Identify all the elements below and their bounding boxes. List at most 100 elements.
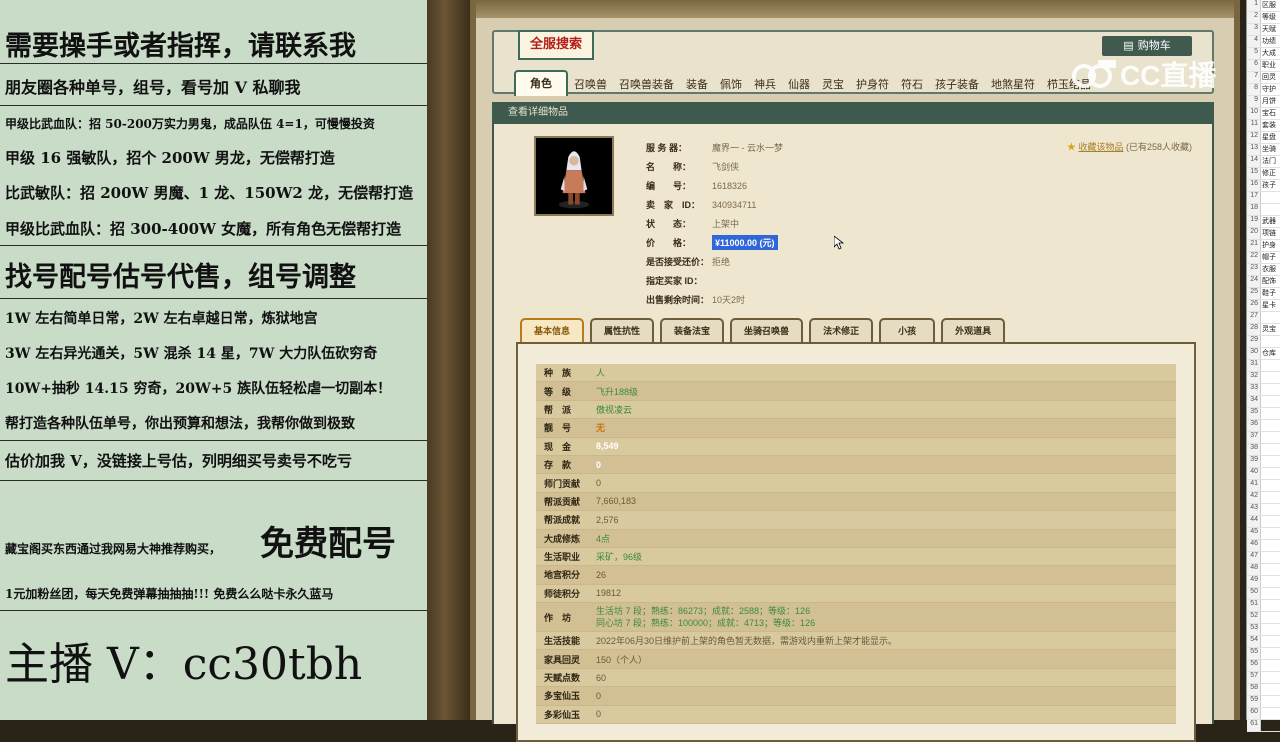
sheet-cell[interactable]: 帽子 — [1261, 252, 1276, 263]
sheet-cell[interactable] — [1261, 540, 1262, 551]
sheet-cell[interactable] — [1261, 528, 1262, 539]
subtab[interactable]: 属性抗性 — [590, 318, 655, 342]
sheet-cell[interactable]: 等级 — [1261, 12, 1276, 23]
sheet-cell[interactable]: 法门 — [1261, 156, 1276, 167]
sheet-cell[interactable] — [1261, 720, 1262, 731]
sheet-cell[interactable] — [1261, 516, 1262, 527]
sheet-cell[interactable] — [1261, 312, 1262, 323]
global-search-logo[interactable]: 全服搜索 — [518, 30, 594, 60]
tab-category[interactable]: 召唤兽装备 — [613, 74, 680, 96]
sheet-cell[interactable]: 鞋子 — [1261, 288, 1276, 299]
sheet-cell[interactable]: 项链 — [1261, 228, 1276, 239]
sheet-cell[interactable] — [1261, 336, 1262, 347]
tab-category[interactable]: 召唤兽 — [568, 74, 613, 96]
sheet-cell[interactable]: 修正 — [1261, 168, 1276, 179]
sheet-cell[interactable] — [1261, 408, 1262, 419]
sheet-cell[interactable] — [1261, 204, 1262, 215]
sheet-cell[interactable] — [1261, 624, 1262, 635]
sheet-cell[interactable] — [1261, 420, 1262, 431]
sheet-cell[interactable]: 套装 — [1261, 120, 1276, 131]
sheet-cell[interactable] — [1261, 708, 1262, 719]
sheet-cell[interactable]: 宝石 — [1261, 108, 1276, 119]
sheet-cell[interactable]: 护身 — [1261, 240, 1276, 251]
sheet-cell[interactable] — [1261, 372, 1262, 383]
sheet-cell[interactable] — [1261, 564, 1262, 575]
sheet-cell[interactable] — [1261, 468, 1262, 479]
sheet-cell[interactable]: 大成 — [1261, 48, 1276, 59]
table-row: 帮派贡献 7,660,183 — [536, 492, 1176, 512]
divider — [0, 440, 427, 441]
sheet-cell[interactable] — [1261, 192, 1262, 203]
sheet-cell[interactable] — [1261, 384, 1262, 395]
subtab[interactable]: 小孩 — [879, 318, 936, 342]
tab-category[interactable]: 灵宝 — [816, 74, 850, 96]
sheet-cell[interactable]: 区服 — [1261, 0, 1276, 11]
cart-button[interactable]: ▤ 购物车 — [1102, 36, 1192, 56]
sheet-cell[interactable] — [1261, 504, 1262, 515]
sheet-row: 29 — [1247, 336, 1280, 348]
tab-category[interactable]: 装备 — [680, 74, 714, 96]
row-number: 54 — [1247, 636, 1261, 647]
subtab[interactable]: 基本信息 — [520, 318, 585, 342]
tab-category[interactable]: 孩子装备 — [929, 74, 985, 96]
sheet-row: 34 — [1247, 396, 1280, 408]
sheet-cell[interactable] — [1261, 396, 1262, 407]
table-row: 帮派成就 2,576 — [536, 511, 1176, 530]
row-number: 11 — [1247, 120, 1261, 131]
sheet-cell[interactable]: 配饰 — [1261, 276, 1276, 287]
tab-category[interactable]: 佩饰 — [714, 74, 748, 96]
sheet-cell[interactable]: 守护 — [1261, 84, 1276, 95]
sheet-cell[interactable] — [1261, 480, 1262, 491]
tab-category[interactable]: 护身符 — [850, 74, 895, 96]
sheet-cell[interactable]: 星盘 — [1261, 132, 1276, 143]
favorite-link[interactable]: 收藏该物品 — [1078, 142, 1123, 152]
sheet-cell[interactable] — [1261, 636, 1262, 647]
sheet-cell[interactable]: 孩子 — [1261, 180, 1276, 191]
sheet-row: 2 等级 — [1247, 12, 1280, 24]
sheet-cell[interactable]: 功绩 — [1261, 36, 1276, 47]
sheet-cell[interactable] — [1261, 444, 1262, 455]
sheet-cell[interactable]: 天赋 — [1261, 24, 1276, 35]
tab-category[interactable]: 地煞星符 — [985, 74, 1041, 96]
cc-logo-icon — [1072, 60, 1116, 88]
row-number: 4 — [1247, 36, 1261, 47]
basic-info-panel: 种 族人等 级飞升188级帮 派傲视凌云靓 号无现 金 8,549 存 款 0 师门贡献… — [516, 342, 1196, 742]
subtab[interactable]: 法术修正 — [809, 318, 874, 342]
sheet-cell[interactable] — [1261, 576, 1262, 587]
sheet-cell[interactable] — [1261, 432, 1262, 443]
sheet-cell[interactable]: 武器 — [1261, 216, 1276, 227]
sheet-cell[interactable] — [1261, 456, 1262, 467]
sheet-cell[interactable] — [1261, 492, 1262, 503]
subtab[interactable]: 装备法宝 — [660, 318, 725, 342]
subtab[interactable]: 坐骑召唤兽 — [730, 318, 804, 342]
sheet-cell[interactable] — [1261, 600, 1262, 611]
sheet-cell[interactable] — [1261, 612, 1262, 623]
divider — [0, 480, 427, 481]
window-top-bar — [476, 0, 1234, 18]
sheet-cell[interactable]: 职业 — [1261, 60, 1276, 71]
sheet-cell[interactable] — [1261, 552, 1262, 563]
sheet-cell[interactable]: 回灵 — [1261, 72, 1276, 83]
sheet-cell[interactable]: 仓库 — [1261, 348, 1276, 359]
item-info-list: 服 务 器： 魔界一 - 云水一梦名 称： 飞剑侠编 号： 1618326 卖 家 ID… — [646, 138, 783, 309]
sheet-cell[interactable]: 星卡 — [1261, 300, 1276, 311]
tab-category[interactable]: 神兵 — [748, 74, 782, 96]
sheet-cell[interactable] — [1261, 660, 1262, 671]
sheet-cell[interactable] — [1261, 696, 1262, 707]
tab-category[interactable]: 角色 — [514, 70, 568, 96]
sheet-cell[interactable] — [1261, 648, 1262, 659]
sheet-cell[interactable]: 衣服 — [1261, 264, 1276, 275]
sheet-cell[interactable] — [1261, 684, 1262, 695]
sheet-cell[interactable]: 灵宝 — [1261, 324, 1276, 335]
tab-category[interactable]: 仙器 — [782, 74, 816, 96]
subtab[interactable]: 外观道具 — [941, 318, 1006, 342]
sheet-cell[interactable] — [1261, 588, 1262, 599]
sheet-cell[interactable]: 月饼 — [1261, 96, 1276, 107]
sheet-cell[interactable]: 坐骑 — [1261, 144, 1276, 155]
row-label: 帮派贡献 — [544, 496, 581, 507]
row-value: 8,549 — [596, 441, 619, 452]
sheet-cell[interactable] — [1261, 360, 1262, 371]
sheet-cell[interactable] — [1261, 672, 1262, 683]
row-value: 60 — [596, 672, 607, 683]
tab-category[interactable]: 符石 — [895, 74, 929, 96]
